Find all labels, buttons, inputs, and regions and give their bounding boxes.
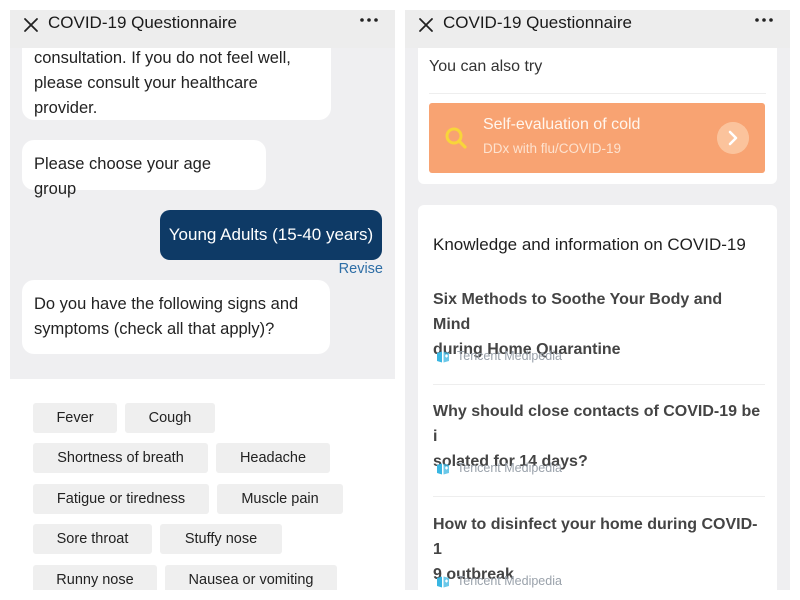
- close-icon[interactable]: [20, 14, 42, 36]
- symptom-options: Fever Cough Shortness of breath Headache…: [10, 379, 395, 590]
- message-text: Please choose your age group: [34, 155, 212, 198]
- self-evaluation-subtitle: DDx with flu/COVID-19: [483, 141, 622, 156]
- title-bar: COVID-19 Questionnaire: [10, 10, 395, 48]
- revise-link[interactable]: Revise: [339, 261, 383, 277]
- bot-message-age-prompt: Please choose your age group: [22, 140, 266, 198]
- article-source-name: Tencent Medipedia: [457, 574, 562, 588]
- close-icon[interactable]: [415, 14, 437, 36]
- symptom-chip-fatigue[interactable]: Fatigue or tiredness: [33, 484, 209, 514]
- more-dots-icon[interactable]: [754, 15, 774, 25]
- self-evaluation-button[interactable]: Self-evaluation of cold DDx with flu/COV…: [429, 103, 765, 173]
- message-line: Do you have the following signs and: [34, 295, 299, 313]
- self-evaluation-title: Self-evaluation of cold: [483, 116, 641, 133]
- symptom-chip-stuffy-nose[interactable]: Stuffy nose: [160, 524, 282, 554]
- message-line: symptoms (check all that apply)?: [34, 320, 275, 338]
- symptom-chip-muscle-pain[interactable]: Muscle pain: [217, 484, 343, 514]
- knowledge-heading: Knowledge and information on COVID-19: [433, 235, 746, 254]
- page-title: COVID-19 Questionnaire: [443, 13, 632, 32]
- also-try-card: You can also try Self-evaluation of cold…: [418, 48, 777, 184]
- divider: [429, 93, 766, 94]
- questionnaire-chat-panel: COVID-19 Questionnaire consultation. If …: [10, 10, 395, 590]
- medipedia-logo-icon: [437, 576, 449, 588]
- knowledge-card: Knowledge and information on COVID-19 Si…: [418, 205, 777, 590]
- chevron-right-icon: [717, 122, 749, 154]
- message-line: please consult your healthcare: [34, 74, 258, 92]
- message-line: consultation. If you do not feel well,: [34, 49, 291, 67]
- symptom-chip-headache[interactable]: Headache: [216, 443, 330, 473]
- divider: [433, 496, 765, 497]
- article-title-line: Six Methods to Soothe Your Body and Mind: [433, 291, 723, 333]
- article-source-name: Tencent Medipedia: [457, 349, 562, 363]
- symptom-chip-shortness-of-breath[interactable]: Shortness of breath: [33, 443, 208, 473]
- bot-message-symptoms: Do you have the following signs and symp…: [22, 280, 330, 354]
- symptom-chip-cough[interactable]: Cough: [125, 403, 215, 433]
- medipedia-logo-icon: [437, 463, 449, 475]
- divider: [433, 384, 765, 385]
- article-title-line: How to disinfect your home during COVID-…: [433, 516, 758, 558]
- medipedia-logo-icon: [437, 351, 449, 363]
- questionnaire-result-panel: COVID-19 Questionnaire You can also try …: [405, 10, 790, 590]
- page-title: COVID-19 Questionnaire: [48, 13, 237, 32]
- symptom-chip-sore-throat[interactable]: Sore throat: [33, 524, 152, 554]
- title-bar: COVID-19 Questionnaire: [405, 10, 790, 48]
- user-answer-bubble: Young Adults (15-40 years): [160, 210, 382, 260]
- search-icon: [445, 127, 467, 149]
- article-source-name: Tencent Medipedia: [457, 461, 562, 475]
- article-title-line: Why should close contacts of COVID-19 be…: [433, 403, 761, 445]
- more-dots-icon[interactable]: [359, 15, 379, 25]
- message-line: provider.: [34, 99, 98, 117]
- also-try-label: You can also try: [429, 58, 543, 75]
- symptom-chip-nausea[interactable]: Nausea or vomiting: [165, 565, 337, 590]
- symptom-chip-runny-nose[interactable]: Runny nose: [33, 565, 157, 590]
- symptom-chip-fever[interactable]: Fever: [33, 403, 117, 433]
